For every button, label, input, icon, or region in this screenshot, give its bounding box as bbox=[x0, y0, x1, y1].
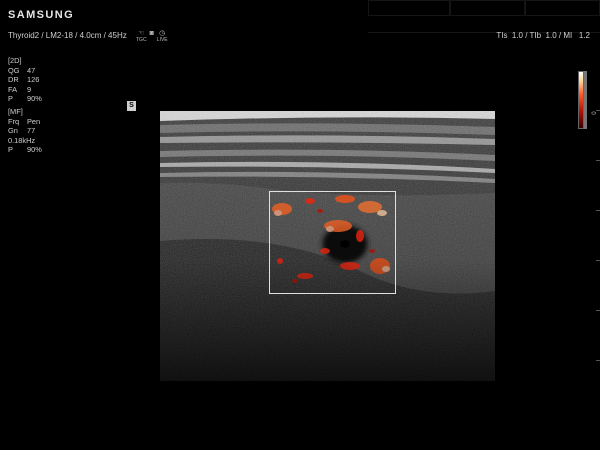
top-info-grid bbox=[368, 0, 600, 33]
param-row: P 90% bbox=[8, 145, 42, 155]
info-cell bbox=[368, 0, 450, 16]
param-section-title-2d: [2D] bbox=[8, 56, 22, 65]
probe-preset-info: Thyroid2 / LM2-18 / 4.0cm / 45Hz bbox=[8, 31, 127, 40]
param-row: FA 9 bbox=[8, 84, 32, 94]
parameter-panel: [2D] QG 47 DR 126 FA 9 P 90% [MF] Frq Pen Gn 7… bbox=[8, 56, 42, 155]
orientation-marker: S bbox=[127, 101, 136, 111]
info-cell bbox=[450, 0, 525, 16]
brand-logo: SAMSUNG bbox=[8, 9, 75, 21]
param-row: Frq Pen bbox=[8, 116, 41, 126]
param-row: DR 126 bbox=[8, 75, 40, 85]
param-row: P 90% bbox=[8, 94, 42, 104]
param-frequency: 0.18kHz bbox=[8, 135, 36, 145]
status-icons: ☜ TGC ◙ ◷ LIVE bbox=[136, 30, 168, 43]
color-scale-bar-edge bbox=[584, 71, 587, 129]
thermal-mechanical-indices: TIs 1.0 / TIb 1.0 / MI 1.2 bbox=[496, 31, 590, 40]
param-row: QG 47 bbox=[8, 65, 36, 75]
camera-icon[interactable]: ◙ bbox=[150, 30, 154, 43]
param-section-title-mf: [MF] bbox=[8, 106, 23, 116]
depth-scale bbox=[592, 110, 600, 410]
ultrasound-image[interactable] bbox=[160, 111, 495, 381]
param-row: Gn 77 bbox=[8, 126, 36, 136]
live-icon[interactable]: ◷ LIVE bbox=[157, 30, 168, 43]
touch-icon[interactable]: ☜ TGC bbox=[136, 30, 147, 43]
info-cell bbox=[525, 0, 600, 16]
ultrasound-image-graphic bbox=[160, 111, 495, 381]
